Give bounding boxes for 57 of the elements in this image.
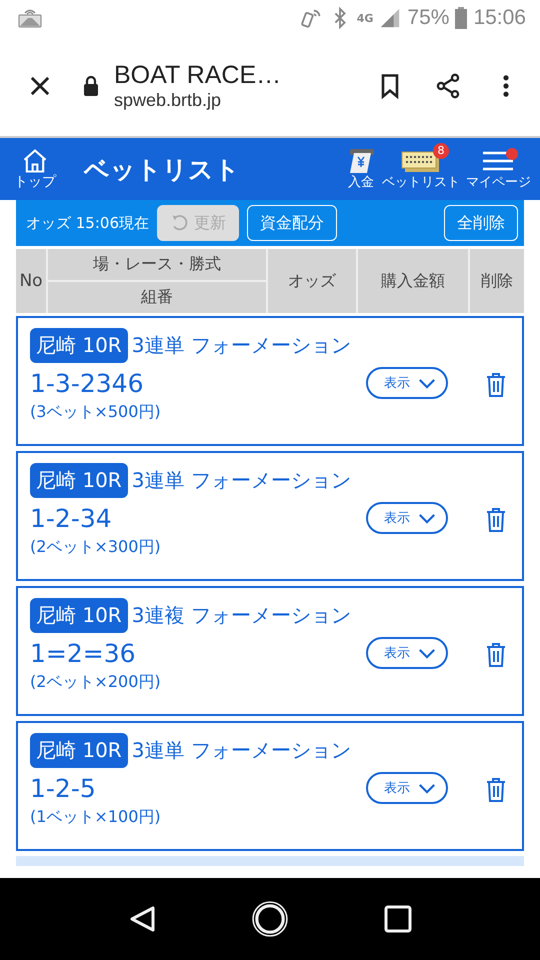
clock: 15:06	[473, 6, 526, 30]
home-icon[interactable]	[251, 900, 289, 938]
column-header: No	[16, 249, 48, 313]
share-icon[interactable]	[434, 72, 462, 100]
trash-icon[interactable]	[486, 507, 506, 533]
phone-signal-icon	[300, 7, 323, 29]
show-button[interactable]: 表示	[366, 367, 448, 399]
lock-icon	[82, 75, 100, 97]
bet-detail: (3ベット×500円)	[30, 402, 162, 423]
header-title: ベットリスト	[84, 154, 240, 186]
network-label: 4G	[356, 12, 374, 24]
trash-icon[interactable]	[486, 777, 506, 803]
venue-tag: 尼崎 10R	[30, 733, 128, 768]
page-title: BOAT RACE…	[114, 61, 282, 90]
odds-time: オッズ 15:06現在	[26, 214, 149, 232]
toolbar-button[interactable]: 資金配分	[247, 205, 337, 241]
column-header: 場・レース・勝式	[48, 249, 266, 282]
home-button[interactable]: トップ	[14, 147, 56, 191]
chevron-down-icon	[418, 512, 436, 524]
count-badge: 8	[433, 143, 449, 160]
bet-combination: 1=2=36	[30, 639, 137, 668]
chevron-down-icon	[418, 648, 436, 658]
chevron-down-icon	[418, 378, 436, 388]
house-icon	[21, 147, 49, 176]
show-button[interactable]: 表示	[366, 637, 448, 669]
venue-tag: 尼崎 10R	[30, 328, 128, 363]
show-button[interactable]: 表示	[366, 502, 448, 534]
trash-icon[interactable]	[486, 642, 506, 668]
venue-tag: 尼崎 10R	[30, 463, 128, 498]
deposit-button[interactable]: 入金	[343, 147, 379, 191]
trash-icon[interactable]	[486, 372, 506, 398]
battery-icon	[455, 7, 468, 29]
column-header: オッズ	[268, 249, 358, 313]
bet-combination: 1-2-34	[30, 504, 113, 533]
battery-percent: 75%	[407, 6, 450, 30]
bet-detail: (1ベット×100円)	[30, 807, 162, 828]
refresh-icon	[170, 213, 190, 233]
chevron-down-icon	[418, 782, 436, 794]
column-header: 削除	[480, 270, 514, 292]
column-header: 組番	[140, 286, 174, 308]
cast-icon	[18, 8, 42, 28]
bet-type: 3連単 フォーメーション	[132, 332, 351, 359]
bet-combination: 1-3-2346	[30, 369, 144, 398]
bet-detail: (2ベット×300円)	[30, 537, 162, 558]
my-page-button[interactable]: マイページ	[463, 147, 534, 191]
show-button[interactable]: 表示	[366, 772, 448, 804]
bet-type: 3連複 フォーメーション	[132, 602, 351, 629]
bet-type: 3連単 フォーメーション	[132, 467, 351, 494]
bet-detail: (2ベット×200円)	[30, 672, 162, 693]
signal-icon	[379, 7, 402, 29]
bet-combination: 1-2-5	[30, 774, 97, 803]
page-url: spweb.brtb.jp	[114, 90, 222, 111]
bet-type: 3連単 フォーメーション	[132, 737, 351, 764]
column-header: 購入金額	[358, 249, 470, 313]
toolbar-button[interactable]: 全削除	[444, 205, 518, 241]
recents-icon[interactable]	[383, 904, 413, 934]
venue-tag: 尼崎 10R	[30, 598, 128, 633]
